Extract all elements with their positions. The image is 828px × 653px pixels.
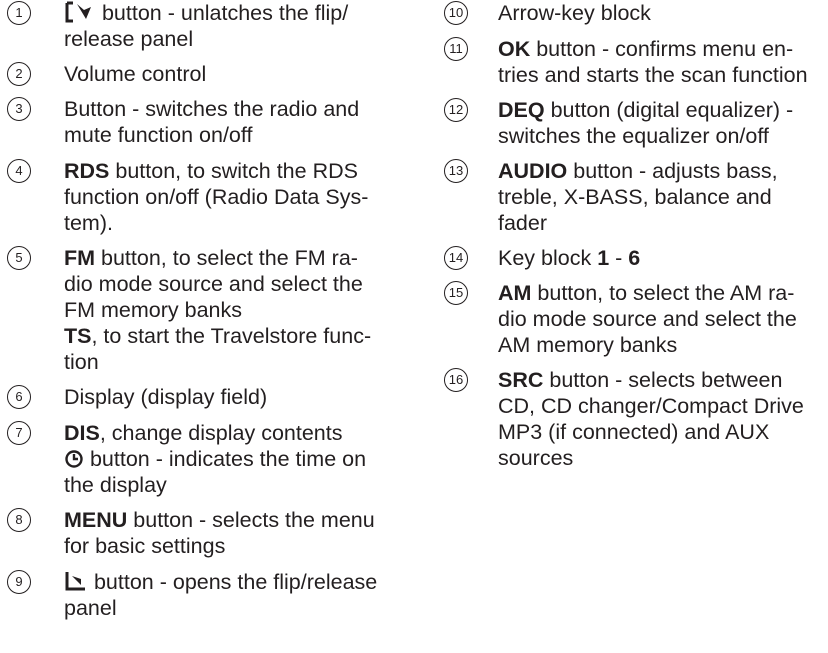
item-text: Volume control — [64, 62, 207, 86]
item-text: tion — [64, 350, 99, 374]
item-number: 14 — [444, 246, 468, 270]
key-label: DEQ — [498, 98, 545, 122]
legend-item-2: 2 Volume control — [0, 61, 400, 87]
legend-item-3: 3 Button - switches the radio and mute f… — [0, 96, 400, 148]
flip-release-unlatch-icon — [65, 1, 91, 23]
item-text: dio mode source and select the — [64, 272, 363, 296]
item-text: button - selects the menu — [127, 508, 375, 532]
item-text: button - unlatches the flip/ — [96, 1, 349, 25]
item-number: 4 — [7, 159, 31, 183]
item-text: button, to switch the RDS — [109, 159, 358, 183]
legend-item-13: 13 AUDIO button - adjusts bass, treble, … — [444, 158, 828, 236]
legend-item-9: 9 button - opens the flip/release panel — [0, 569, 400, 621]
item-number: 10 — [444, 1, 468, 25]
legend-item-1: 1 button - unlatches the flip/ release p… — [0, 0, 400, 52]
item-text: the display — [64, 473, 167, 497]
item-text: button - indicates the time on — [84, 447, 367, 471]
item-text: function on/off (Radio Data Sys- — [64, 185, 369, 209]
item-number: 9 — [7, 570, 31, 594]
legend-item-12: 12 DEQ button (digital equalizer) - swit… — [444, 97, 828, 149]
item-number: 1 — [7, 1, 31, 25]
item-text: tem). — [64, 211, 113, 235]
key-label: FM — [64, 246, 96, 270]
key-label: SRC — [498, 368, 544, 392]
key-label: 6 — [628, 246, 641, 270]
item-text: , to start the Travelstore func- — [91, 324, 372, 348]
item-text: , change display contents — [99, 421, 343, 445]
item-text: switches the equalizer on/off — [498, 124, 769, 148]
item-number: 12 — [444, 98, 468, 122]
item-text: release panel — [64, 27, 194, 51]
item-text: sources — [498, 446, 574, 470]
legend-item-7: 7 DIS, change display contents button - … — [0, 420, 400, 498]
key-label: OK — [498, 37, 531, 61]
legend-item-10: 10 Arrow-key block — [444, 0, 828, 26]
item-text: MP3 (if connected) and AUX — [498, 420, 770, 444]
legend-item-5: 5 FM button, to select the FM ra- dio mo… — [0, 245, 400, 375]
item-text: CD, CD changer/Compact Drive — [498, 394, 804, 418]
item-text: button - selects between — [543, 368, 783, 392]
item-text: AM memory banks — [498, 333, 678, 357]
item-number: 8 — [7, 508, 31, 532]
item-text: fader — [498, 211, 548, 235]
legend-item-4: 4 RDS button, to switch the RDS function… — [0, 158, 400, 236]
item-text: Arrow-key block — [498, 1, 651, 25]
item-text: button - opens the flip/release — [88, 570, 378, 594]
item-number: 13 — [444, 159, 468, 183]
legend-item-16: 16 SRC button - selects between CD, CD c… — [444, 367, 828, 471]
legend-item-8: 8 MENU button - selects the menu for bas… — [0, 507, 400, 559]
item-text: dio mode source and select the — [498, 307, 797, 331]
item-text: button, to select the FM ra- — [95, 246, 358, 270]
key-label: TS — [64, 324, 92, 348]
item-number: 2 — [7, 62, 31, 86]
legend-item-15: 15 AM button, to select the AM ra- dio m… — [444, 280, 828, 358]
item-number: 11 — [444, 37, 468, 61]
item-number: 16 — [444, 368, 468, 392]
item-text: Button - switches the radio and — [64, 97, 360, 121]
item-number: 6 — [7, 385, 31, 409]
key-label: RDS — [64, 159, 110, 183]
legend-item-6: 6 Display (display field) — [0, 384, 400, 410]
key-label: DIS — [64, 421, 100, 445]
item-text: mute function on/off — [64, 123, 253, 147]
item-text: Key block — [498, 246, 598, 270]
item-text: treble, X-BASS, balance and — [498, 185, 772, 209]
flip-release-open-icon — [65, 572, 85, 591]
item-number: 15 — [444, 281, 468, 305]
key-label: AUDIO — [498, 159, 568, 183]
key-label: MENU — [64, 508, 128, 532]
item-number: 5 — [7, 246, 31, 270]
item-number: 3 — [7, 97, 31, 121]
legend-item-11: 11 OK button - confirms menu en- tries a… — [444, 36, 828, 88]
item-text: tries and starts the scan function — [498, 63, 808, 87]
item-number: 7 — [7, 421, 31, 445]
item-text: FM memory banks — [64, 298, 243, 322]
key-label: AM — [498, 281, 532, 305]
item-text: button - adjusts bass, — [567, 159, 778, 183]
legend-item-14: 14 Key block 1 - 6 — [444, 245, 828, 271]
key-label: 1 — [597, 246, 610, 270]
item-text: - — [609, 246, 629, 270]
item-text: panel — [64, 596, 117, 620]
item-text: button, to select the AM ra- — [531, 281, 795, 305]
item-text: button - confirms menu en- — [530, 37, 794, 61]
item-text: for basic settings — [64, 534, 226, 558]
clock-icon — [65, 450, 83, 468]
item-text: Display (display field) — [64, 385, 268, 409]
item-text: button (digital equalizer) - — [544, 98, 794, 122]
